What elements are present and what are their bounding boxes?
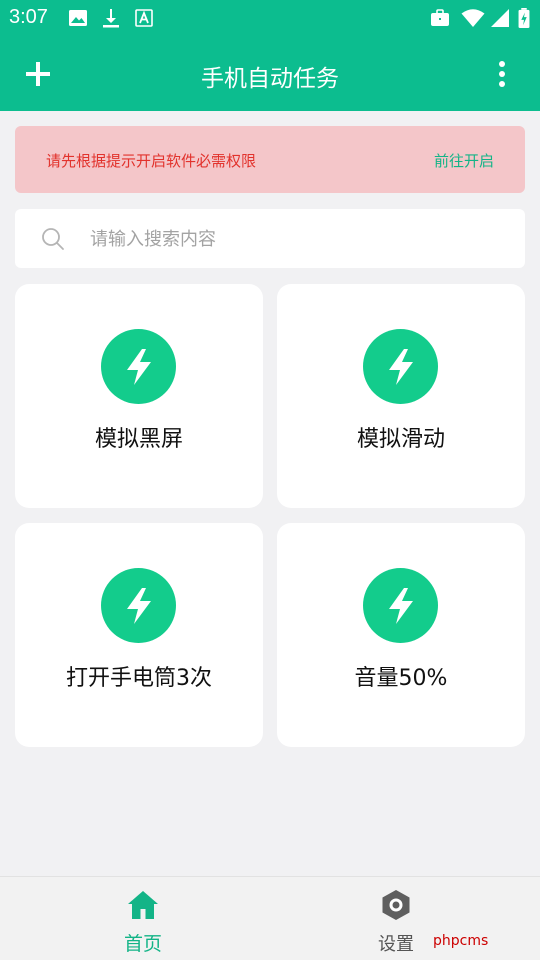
permission-alert: 请先根据提示开启软件必需权限 前往开启 [15,126,525,193]
status-bar: 3:07 [0,0,540,38]
search-bar [15,209,525,268]
home-icon [128,891,158,919]
task-card-label: 模拟黑屏 [94,427,183,452]
app-bar: 手机自动任务 [0,38,540,111]
lightning-icon [101,568,176,643]
image-icon [69,10,87,26]
search-icon [42,228,64,250]
task-card-swipe[interactable]: 模拟滑动 [277,284,525,508]
task-card-label: 打开手电筒3次 [66,666,212,691]
page-title: 手机自动任务 [201,66,339,92]
task-card-label: 音量50% [354,666,448,691]
task-card-flashlight[interactable]: 打开手电筒3次 [15,523,263,747]
briefcase-icon [431,9,449,26]
lightning-icon [363,329,438,404]
go-enable-link[interactable]: 前往开启 [434,150,494,171]
settings-hexagon-icon [382,890,410,920]
nav-home-label: 首页 [123,933,162,955]
download-icon [103,9,119,28]
task-card-black-screen[interactable]: 模拟黑屏 [15,284,263,508]
more-vert-icon[interactable] [490,58,514,90]
task-card-label: 模拟滑动 [356,427,445,452]
battery-charging-icon [518,8,530,28]
search-input[interactable] [90,223,490,255]
status-time: 3:07 [9,6,48,28]
alert-message: 请先根据提示开启软件必需权限 [46,152,257,170]
watermark: phpcms [433,933,489,949]
nav-home[interactable]: 首页 [83,877,203,960]
signal-icon [491,9,509,27]
text-a-icon [135,9,153,27]
task-card-volume[interactable]: 音量50% [277,523,525,747]
lightning-icon [101,329,176,404]
wifi-icon [461,9,485,27]
lightning-icon [363,568,438,643]
